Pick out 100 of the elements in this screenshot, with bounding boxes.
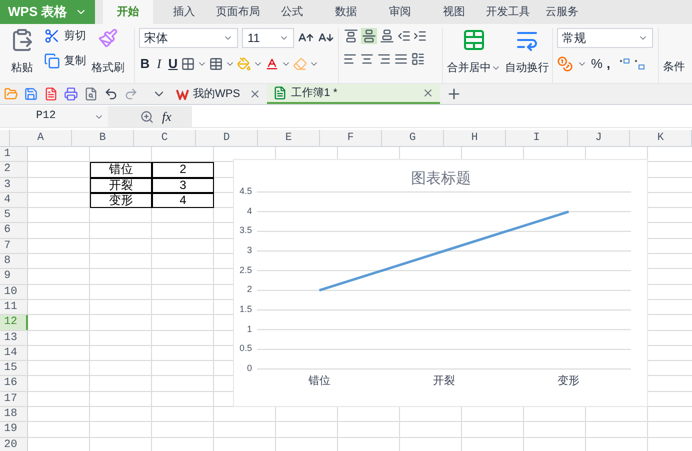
row-header[interactable]: 14 (0, 346, 28, 360)
align-right-icon (377, 52, 391, 66)
row-header[interactable]: 15 (0, 361, 28, 376)
row-header[interactable]: 13 (0, 330, 28, 345)
axis-label: 变形 (556, 376, 581, 387)
column-header[interactable]: I (506, 130, 568, 146)
function-button[interactable]: fx (162, 106, 172, 126)
axis-label: 2.5 (238, 266, 252, 275)
ribbon-tab[interactable]: 页面布局 (211, 0, 265, 24)
column-header[interactable]: C (134, 130, 196, 146)
outdent-icon (397, 29, 411, 43)
column-header[interactable]: D (196, 130, 258, 146)
close-icon[interactable] (249, 88, 261, 100)
ribbon-tab[interactable]: 开发工具 (481, 0, 535, 24)
column-header[interactable]: G (382, 130, 444, 146)
row-header[interactable]: 3 (0, 178, 28, 192)
copy-button[interactable]: 复制 (44, 52, 86, 69)
ribbon-tab[interactable]: 云服务 (535, 0, 589, 24)
align-button[interactable] (343, 28, 359, 44)
scissors-icon (44, 28, 60, 44)
axis-label: 0 (246, 364, 252, 373)
table-icon (209, 56, 223, 71)
paste-button[interactable]: 粘贴 (4, 28, 40, 83)
column-header[interactable]: B (72, 130, 134, 146)
currency-icon (557, 56, 573, 72)
align-button[interactable] (361, 28, 377, 44)
ribbon-tab[interactable]: 视图 (427, 0, 481, 24)
close-icon[interactable] (422, 87, 434, 99)
number-format-field[interactable]: 常规 (557, 28, 653, 48)
row-header[interactable]: 7 (0, 238, 28, 254)
column-header[interactable]: H (444, 130, 506, 146)
row-header[interactable]: 11 (0, 300, 28, 314)
table-cell: 错位 (90, 162, 152, 178)
table-cell: 变形 (90, 192, 152, 208)
column-header[interactable]: F (320, 130, 382, 146)
zoom-icon (140, 110, 154, 124)
cut-button[interactable]: 剪切 (44, 28, 86, 44)
column-header[interactable]: A (10, 130, 72, 146)
chart-title: 图表标题 (410, 169, 472, 189)
decimal-icon (618, 56, 646, 71)
row-header[interactable]: 16 (0, 376, 28, 391)
column-header[interactable]: E (258, 130, 320, 146)
row-header[interactable]: 17 (0, 392, 28, 406)
ribbon-tab[interactable]: 插入 (157, 0, 211, 24)
ribbon-tab[interactable]: 数据 (319, 0, 373, 24)
row-header[interactable]: 5 (0, 208, 28, 222)
axis-label: 3.5 (238, 226, 252, 236)
sheet-icon (273, 86, 287, 100)
column-header[interactable]: J (568, 130, 630, 146)
row-header[interactable]: 8 (0, 254, 28, 268)
percent-button[interactable]: % (591, 54, 603, 74)
ribbon-tab[interactable]: 审阅 (373, 0, 427, 24)
row-header[interactable]: 6 (0, 223, 28, 238)
wrap-text-button[interactable]: 自动换行 (505, 28, 549, 83)
font-size-field[interactable]: 11 (242, 28, 294, 48)
merge-icon (462, 28, 486, 52)
table-cell: 4 (152, 192, 214, 208)
italic-button[interactable]: I (153, 54, 165, 74)
ribbon-tab[interactable]: 公式 (265, 0, 319, 24)
conditional-format-button[interactable]: 条件 (663, 58, 685, 75)
row-header[interactable]: 4 (0, 192, 28, 208)
ribbon-tab[interactable]: 开始 (103, 0, 153, 24)
row-header[interactable]: 18 (0, 407, 28, 422)
brush-icon (98, 28, 118, 48)
save-icon (24, 87, 38, 101)
justify-icon (394, 52, 408, 66)
row-header[interactable]: 2 (0, 162, 28, 177)
copy-icon (44, 52, 60, 69)
row-header[interactable]: 20 (0, 438, 28, 451)
axis-label: 1.5 (238, 305, 252, 314)
row-header[interactable]: 1 (0, 147, 28, 162)
axis-label: 1 (246, 324, 252, 334)
comma-button[interactable]: , (606, 54, 610, 74)
document-tab[interactable]: 工作簿1 * (267, 84, 440, 104)
fill-color-icon (237, 56, 251, 71)
new-tab-icon[interactable] (446, 86, 462, 102)
name-box[interactable]: P12 (0, 106, 108, 127)
column-header[interactable]: K (630, 130, 692, 146)
eraser-icon (293, 56, 307, 71)
axis-label: 4 (246, 206, 252, 216)
axis-label: 错位 (307, 376, 332, 387)
underline-button[interactable]: U (167, 54, 179, 74)
table-cell: 2 (152, 162, 214, 178)
bold-button[interactable]: B (139, 54, 151, 74)
align-center-icon (360, 52, 374, 66)
table-cell: 开裂 (90, 178, 152, 193)
row-header[interactable]: 9 (0, 269, 28, 284)
print-icon (64, 87, 78, 101)
row-header[interactable]: 19 (0, 422, 28, 437)
logo-icon (176, 88, 189, 100)
format-painter-button[interactable]: 格式刷 (90, 28, 126, 83)
undo-icon (104, 87, 118, 101)
axis-label: 2 (246, 285, 252, 294)
document-tab[interactable]: 我的WPS (170, 84, 267, 104)
row-header[interactable]: 10 (0, 284, 28, 299)
align-button[interactable] (379, 28, 395, 44)
redo-icon (124, 87, 138, 101)
merge-center-button[interactable]: 合并居中 (447, 28, 501, 83)
font-name-field[interactable]: 宋体 (139, 28, 238, 48)
row-header[interactable]: 12 (0, 315, 28, 330)
